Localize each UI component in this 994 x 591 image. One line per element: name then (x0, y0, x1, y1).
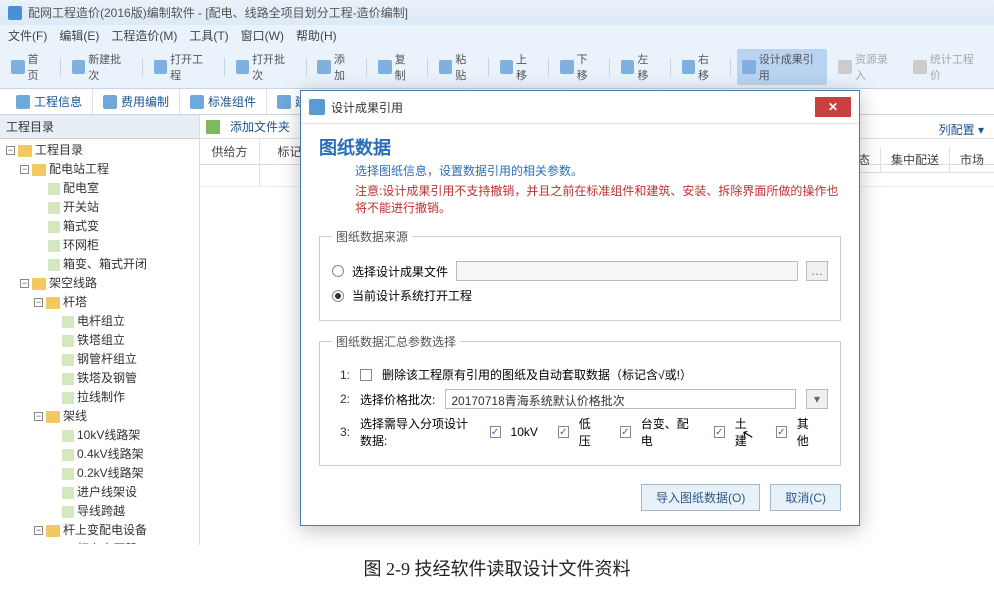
tree-node[interactable]: 导线跨越 (0, 502, 199, 521)
toolbar-button-disabled: 统计工程价 (908, 49, 988, 85)
tree-node[interactable]: 箱式变 (0, 217, 199, 236)
design-result-dialog: 设计成果引用 ✕ 图纸数据 选择图纸信息，设置数据引用的相关参数。 注意:设计成… (300, 90, 860, 526)
tree-node[interactable]: −工程目录 (0, 141, 199, 160)
file-path-input[interactable] (456, 261, 798, 281)
add-folder-icon (206, 120, 220, 134)
toolbar: 首页新建批次打开工程打开批次添加复制粘贴上移下移左移右移设计成果引用资源录入统计… (0, 46, 994, 89)
right-col: 集中配送 (880, 147, 949, 173)
source-fieldset: 图纸数据来源 选择设计成果文件 … 当前设计系统打开工程 (319, 228, 841, 321)
tree-node[interactable]: 杆上变压器 (0, 540, 199, 544)
toolbar-button[interactable]: 首页 (6, 49, 54, 85)
import-checkbox[interactable] (558, 426, 569, 438)
sidebar: 工程目录 −工程目录−配电站工程配电室开关站箱式变环网柜箱变、箱式开闭−架空线路… (0, 115, 200, 545)
tree-node[interactable]: 环网柜 (0, 236, 199, 255)
menu-item[interactable]: 工具(T) (189, 27, 228, 44)
import-checkbox[interactable] (776, 426, 787, 438)
tree-node[interactable]: 开关站 (0, 198, 199, 217)
toolbar-button[interactable]: 粘贴 (434, 49, 482, 85)
price-batch-select[interactable]: 20170718青海系统默认价格批次 (445, 389, 796, 409)
dialog-titlebar: 设计成果引用 ✕ (301, 91, 859, 124)
figure-caption: 图 2-9 技经软件读取设计文件资料 (0, 545, 994, 591)
menu-item[interactable]: 帮助(H) (296, 27, 337, 44)
tree-node[interactable]: 0.2kV线路架 (0, 464, 199, 483)
toolbar-button[interactable]: 复制 (373, 49, 421, 85)
toolbar-button[interactable]: 添加 (312, 49, 360, 85)
add-folder-button[interactable]: 添加文件夹 (230, 118, 290, 135)
tree-node[interactable]: 配电室 (0, 179, 199, 198)
menu-item[interactable]: 工程造价(M) (111, 27, 177, 44)
tree-node[interactable]: 0.4kV线路架 (0, 445, 199, 464)
toolbar-button[interactable]: 打开批次 (231, 49, 300, 85)
source-legend: 图纸数据来源 (332, 228, 412, 245)
import-checkbox-label: 其他 (797, 415, 818, 449)
price-batch-label: 选择价格批次: (360, 391, 435, 408)
radio-select-file[interactable] (332, 265, 344, 277)
right-col: 市场 (949, 147, 994, 173)
tree-node[interactable]: 铁塔及钢管 (0, 369, 199, 388)
radio-select-file-label: 选择设计成果文件 (352, 263, 448, 280)
tree-node[interactable]: 箱变、箱式开闭 (0, 255, 199, 274)
main-tab[interactable]: 标准组件 (180, 89, 267, 114)
params-fieldset: 图纸数据汇总参数选择 1: 删除该工程原有引用的图纸及自动套取数据（标记含√或!… (319, 333, 841, 466)
row2-num: 2: (340, 392, 350, 406)
toolbar-button[interactable]: 右移 (677, 49, 725, 85)
tree-node[interactable]: 进户线架设 (0, 483, 199, 502)
radio-current-project-label: 当前设计系统打开工程 (352, 287, 472, 304)
tree-node[interactable]: −杆塔 (0, 293, 199, 312)
import-checkbox[interactable] (490, 426, 501, 438)
toolbar-button[interactable]: 下移 (555, 49, 603, 85)
window-titlebar: 配网工程造价(2016版)编制软件 - [配电、线路全项目划分工程-造价编制] (0, 0, 994, 25)
dialog-warning: 注意:设计成果引用不支持撤销，并且之前在标准组件和建筑、安装、拆除界面所做的操作… (355, 182, 841, 216)
menu-item[interactable]: 文件(F) (8, 27, 47, 44)
toolbar-button[interactable]: 左移 (616, 49, 664, 85)
toolbar-button[interactable]: 打开工程 (149, 49, 218, 85)
tree-node[interactable]: −架线 (0, 407, 199, 426)
delete-original-label: 删除该工程原有引用的图纸及自动套取数据（标记含√或!） (382, 366, 692, 383)
toolbar-button[interactable]: 上移 (495, 49, 543, 85)
menu-item[interactable]: 编辑(E) (59, 27, 99, 44)
tree-node[interactable]: 拉线制作 (0, 388, 199, 407)
delete-original-checkbox[interactable] (360, 369, 372, 381)
menubar: 文件(F) 编辑(E) 工程造价(M) 工具(T) 窗口(W) 帮助(H) (0, 25, 994, 46)
import-checkbox-label: 低压 (579, 415, 600, 449)
import-checkbox-label: 台变、配电 (641, 415, 694, 449)
tree-node[interactable]: 钢管杆组立 (0, 350, 199, 369)
project-tree[interactable]: −工程目录−配电站工程配电室开关站箱式变环网柜箱变、箱式开闭−架空线路−杆塔电杆… (0, 139, 199, 544)
price-batch-dropdown[interactable]: ▾ (806, 389, 828, 409)
row1-num: 1: (340, 368, 350, 382)
tree-node[interactable]: 铁塔组立 (0, 331, 199, 350)
cancel-button[interactable]: 取消(C) (770, 484, 841, 511)
import-items-label: 选择需导入分项设计数据: (360, 415, 480, 449)
column-config[interactable]: 列配置 ▾ (939, 121, 984, 138)
close-button[interactable]: ✕ (815, 97, 851, 117)
dialog-heading: 图纸数据 (319, 134, 841, 160)
radio-current-project[interactable] (332, 290, 344, 302)
toolbar-button[interactable]: 新建批次 (67, 49, 136, 85)
menu-item[interactable]: 窗口(W) (241, 27, 284, 44)
tree-node[interactable]: −架空线路 (0, 274, 199, 293)
sidebar-title: 工程目录 (0, 115, 199, 139)
tree-node[interactable]: −配电站工程 (0, 160, 199, 179)
import-checkbox[interactable] (714, 426, 725, 438)
toolbar-button-active[interactable]: 设计成果引用 (737, 49, 827, 85)
import-button[interactable]: 导入图纸数据(O) (641, 484, 760, 511)
tree-node[interactable]: 电杆组立 (0, 312, 199, 331)
row3-num: 3: (340, 425, 350, 439)
dialog-title: 设计成果引用 (331, 99, 403, 116)
browse-button[interactable]: … (806, 261, 828, 281)
main-tab[interactable]: 工程信息 (6, 89, 93, 114)
window-title: 配网工程造价(2016版)编制软件 - [配电、线路全项目划分工程-造价编制] (28, 4, 408, 21)
main-tab[interactable]: 费用编制 (93, 89, 180, 114)
dialog-icon (309, 99, 325, 115)
import-checkbox-label: 10kV (511, 425, 538, 439)
toolbar-button-disabled: 资源录入 (833, 49, 902, 85)
dialog-subtitle: 选择图纸信息，设置数据引用的相关参数。 (355, 162, 841, 179)
tree-node[interactable]: 10kV线路架 (0, 426, 199, 445)
grid-col: 供给方 (200, 139, 260, 164)
app-icon (8, 6, 22, 20)
import-checkbox[interactable] (620, 426, 631, 438)
params-legend: 图纸数据汇总参数选择 (332, 333, 460, 350)
tree-node[interactable]: −杆上变配电设备 (0, 521, 199, 540)
